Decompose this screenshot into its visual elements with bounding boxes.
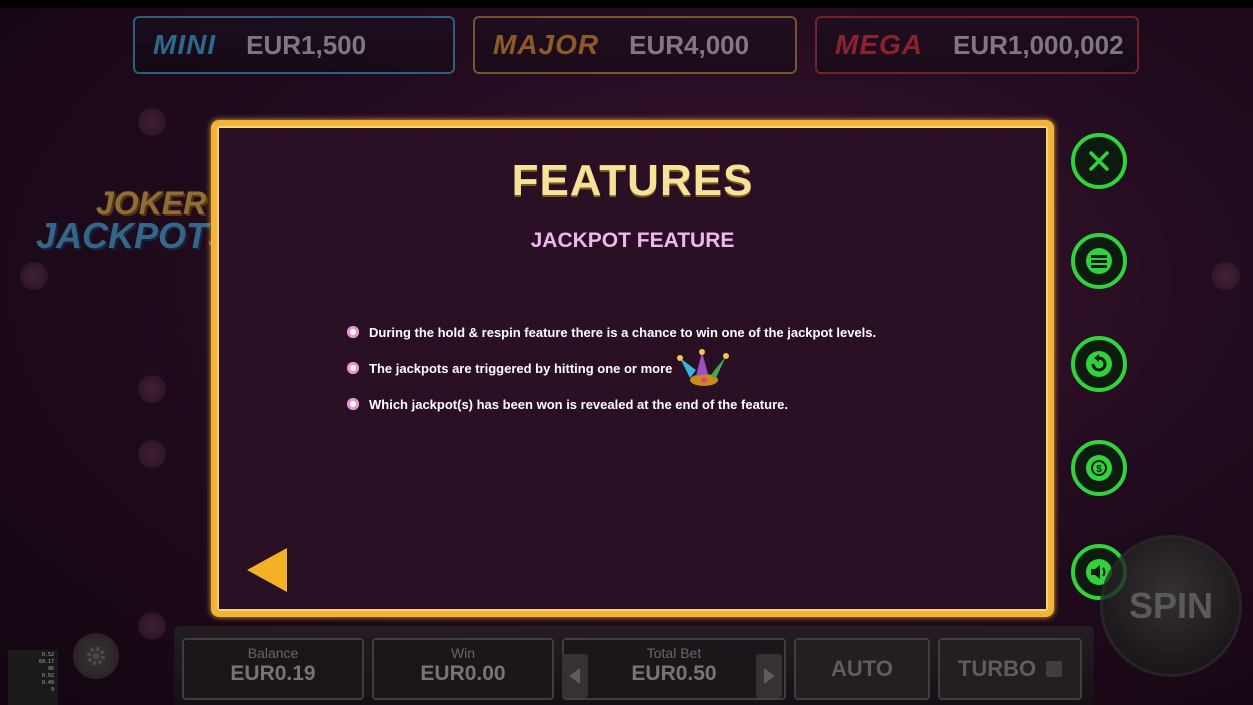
list-item: Which jackpot(s) has been won is reveale… bbox=[347, 386, 1027, 422]
background-dot bbox=[138, 440, 166, 468]
previous-page-arrow-icon[interactable] bbox=[247, 548, 287, 592]
background-dot bbox=[138, 108, 166, 136]
win-label: Win bbox=[450, 645, 476, 661]
gear-icon bbox=[87, 647, 105, 665]
turbo-label: TURBO bbox=[957, 656, 1037, 681]
bet-decrease-button[interactable] bbox=[562, 654, 588, 698]
balance-value: EUR0.19 bbox=[230, 662, 316, 685]
jackpot-major: MAJOR EUR4,000 bbox=[473, 16, 797, 74]
history-button[interactable] bbox=[1071, 336, 1127, 392]
features-panel: FEATURES JACKPOT FEATURE During the hold… bbox=[211, 120, 1054, 617]
jester-hat-icon bbox=[677, 349, 730, 386]
background-dot bbox=[138, 375, 166, 403]
stat-line: 0.49 bbox=[41, 680, 54, 686]
bet-settings-button[interactable]: $ bbox=[1071, 440, 1127, 496]
turbo-button[interactable]: TURBO bbox=[938, 638, 1082, 700]
background-dot bbox=[138, 612, 166, 640]
list-item-text: During the hold & respin feature there i… bbox=[369, 324, 877, 340]
jackpot-bar: MINI EUR1,500 MAJOR EUR4,000 MEGA EUR1,0… bbox=[0, 16, 1253, 76]
jackpot-mini-name: MINI bbox=[153, 29, 217, 60]
background-dot bbox=[1212, 262, 1240, 290]
auto-button[interactable]: AUTO bbox=[794, 638, 930, 700]
auto-label: AUTO bbox=[831, 656, 893, 681]
close-icon bbox=[1089, 151, 1109, 171]
stat-line: 0.02 bbox=[41, 673, 54, 679]
jackpot-mega: MEGA EUR1,000,002 bbox=[815, 16, 1139, 74]
stat-line: 9 bbox=[50, 687, 54, 693]
jackpot-mega-value: EUR1,000,002 bbox=[953, 29, 1124, 60]
total-bet-value: EUR0.50 bbox=[631, 662, 717, 685]
stat-line: 60.17 bbox=[38, 659, 54, 665]
coin-icon: $ bbox=[1086, 455, 1112, 481]
close-button[interactable] bbox=[1071, 133, 1127, 189]
panel-title: FEATURES bbox=[511, 156, 754, 205]
menu-icon bbox=[1086, 248, 1112, 274]
spin-label: SPIN bbox=[1128, 585, 1214, 626]
top-strip bbox=[0, 0, 1253, 8]
balance-display: Balance EUR0.19 bbox=[182, 638, 364, 700]
list-item: The jackpots are triggered by hitting on… bbox=[347, 349, 1027, 386]
debug-stats: 0.52 60.17 96 0.02 0.49 9 bbox=[8, 650, 58, 705]
menu-button[interactable] bbox=[1071, 233, 1127, 289]
list-item: During the hold & respin feature there i… bbox=[347, 314, 1027, 350]
bullet-icon bbox=[347, 362, 359, 374]
win-value: EUR0.00 bbox=[420, 662, 506, 685]
jackpot-major-value: EUR4,000 bbox=[629, 29, 750, 60]
bottom-bar: Balance EUR0.19 Win EUR0.00 Total Bet EU… bbox=[174, 626, 1094, 705]
game-logo: JOKER JACKPOTS bbox=[36, 165, 232, 265]
settings-button[interactable] bbox=[73, 633, 119, 679]
spin-button[interactable]: SPIN bbox=[1100, 535, 1242, 677]
balance-label: Balance bbox=[247, 645, 299, 661]
history-icon bbox=[1086, 351, 1112, 377]
svg-text:$: $ bbox=[1096, 464, 1102, 475]
logo-line-2: JACKPOTS bbox=[36, 215, 233, 256]
total-bet-display: Total Bet EUR0.50 bbox=[562, 638, 786, 700]
jackpot-mini-value: EUR1,500 bbox=[246, 29, 367, 60]
background-dot bbox=[20, 262, 48, 290]
feature-list: During the hold & respin feature there i… bbox=[347, 314, 1027, 422]
stat-line: 0.52 bbox=[41, 652, 54, 658]
list-item-text: Which jackpot(s) has been won is reveale… bbox=[369, 396, 788, 412]
list-item-text: The jackpots are triggered by hitting on… bbox=[369, 360, 673, 376]
win-display: Win EUR0.00 bbox=[372, 638, 554, 700]
stat-line: 96 bbox=[47, 666, 54, 672]
jackpot-major-name: MAJOR bbox=[493, 29, 600, 60]
jackpot-mini: MINI EUR1,500 bbox=[133, 16, 455, 74]
jackpot-mega-name: MEGA bbox=[835, 29, 923, 60]
total-bet-label: Total Bet bbox=[646, 645, 702, 661]
panel-subtitle: JACKPOT FEATURE bbox=[530, 229, 735, 252]
bet-increase-button[interactable] bbox=[756, 654, 782, 698]
bullet-icon bbox=[347, 398, 359, 410]
turbo-toggle-icon bbox=[1046, 661, 1063, 677]
bullet-icon bbox=[347, 326, 359, 338]
